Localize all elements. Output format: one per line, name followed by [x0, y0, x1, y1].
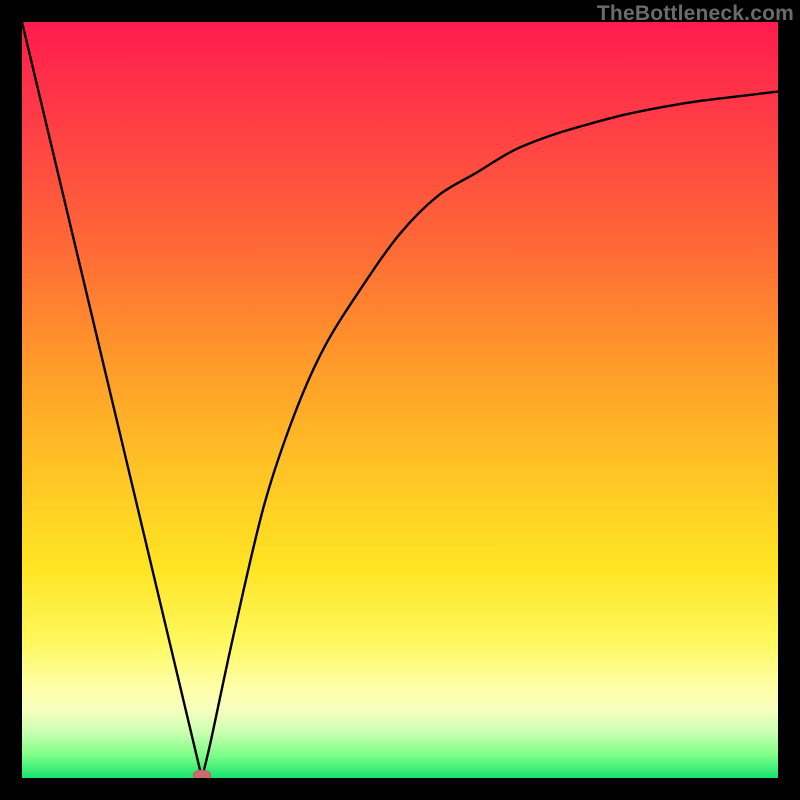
- optimal-point-marker: [193, 770, 211, 778]
- plot-area: [22, 22, 778, 778]
- watermark-text: TheBottleneck.com: [597, 2, 794, 26]
- bottleneck-curve: [22, 22, 778, 778]
- chart-frame: TheBottleneck.com: [0, 0, 800, 800]
